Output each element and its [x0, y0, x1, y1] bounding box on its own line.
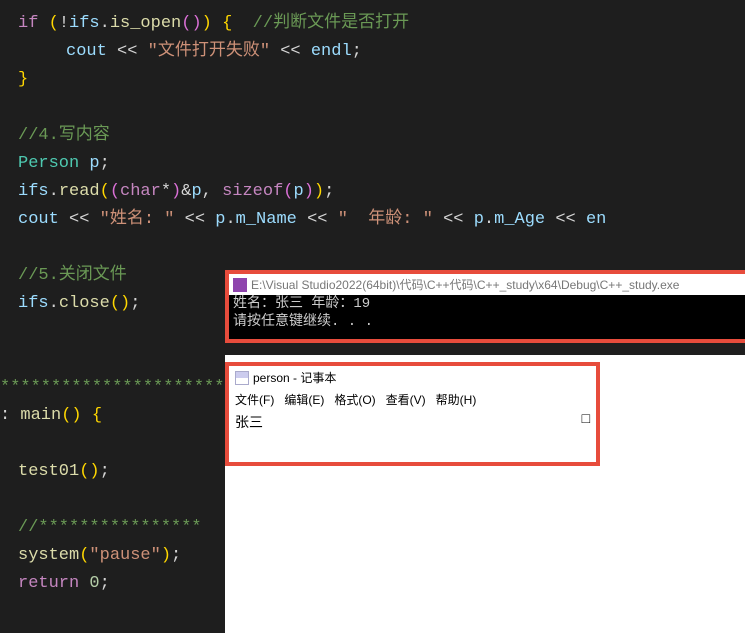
code-line: cout << "姓名: " << p.m_Name << " 年龄: " <<… [18, 206, 745, 234]
code-line: //4.写内容 [18, 122, 745, 150]
comment: //判断文件是否打开 [253, 14, 409, 33]
comment: //4.写内容 [18, 126, 110, 145]
console-output: 姓名：张三 年龄：19 请按任意键继续. . . [229, 295, 745, 339]
menu-view[interactable]: 查看(V) [386, 391, 426, 408]
notepad-char: □ [582, 412, 590, 432]
notepad-titlebar[interactable]: person - 记事本 [229, 366, 596, 389]
comment: //5.关闭文件 [18, 266, 127, 285]
code-line: Person p; [18, 150, 745, 178]
notepad-window[interactable]: person - 记事本 文件(F) 编辑(E) 格式(O) 查看(V) 帮助(… [225, 362, 600, 466]
menu-help[interactable]: 帮助(H) [436, 391, 477, 408]
code-line: } [18, 66, 745, 94]
blank-line [18, 234, 745, 262]
notepad-text: 张三 [235, 412, 263, 432]
console-line: 请按任意键继续. . . [233, 313, 745, 331]
notepad-content-area[interactable]: 张三 □ [229, 410, 596, 462]
console-icon [233, 278, 247, 292]
notepad-title-text: person - 记事本 [253, 369, 336, 386]
code-line: if (!ifs.is_open()) { //判断文件是否打开 [18, 10, 745, 38]
console-line: 姓名：张三 年龄：19 [233, 295, 745, 313]
notepad-icon [235, 371, 249, 385]
notepad-menubar: 文件(F) 编辑(E) 格式(O) 查看(V) 帮助(H) [229, 389, 596, 410]
console-window[interactable]: E:\Visual Studio2022(64bit)\代码\C++代码\C++… [225, 270, 745, 343]
keyword-if: if [18, 14, 38, 33]
code-line: cout << "文件打开失败" << endl; [18, 38, 745, 66]
console-path: E:\Visual Studio2022(64bit)\代码\C++代码\C++… [251, 276, 679, 293]
blank-line [18, 94, 745, 122]
code-line: ifs.read((char*)&p, sizeof(p)); [18, 178, 745, 206]
menu-file[interactable]: 文件(F) [235, 391, 274, 408]
menu-format[interactable]: 格式(O) [334, 391, 375, 408]
console-titlebar[interactable]: E:\Visual Studio2022(64bit)\代码\C++代码\C++… [229, 274, 745, 295]
menu-edit[interactable]: 编辑(E) [284, 391, 324, 408]
